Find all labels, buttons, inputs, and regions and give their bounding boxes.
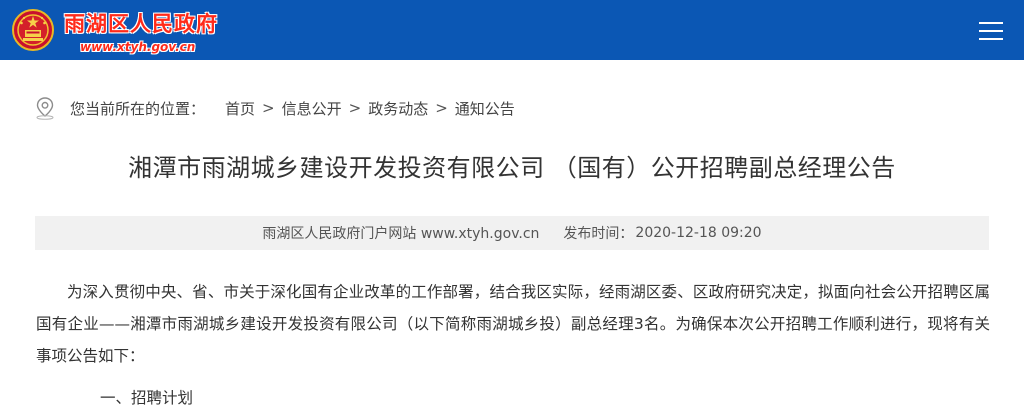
national-emblem-icon[interactable] [12, 9, 54, 51]
article-title: 湘潭市雨湖城乡建设开发投资有限公司 （国有）公开招聘副总经理公告 [128, 154, 896, 182]
hamburger-menu-icon[interactable] [974, 18, 1008, 44]
article-meta-bar: 雨湖区人民政府门户网站 www.xtyh.gov.cn 发布时间： 2020-1… [35, 216, 989, 250]
site-name[interactable]: 雨湖区人民政府 [64, 8, 218, 38]
breadcrumb-home[interactable]: 首页 [225, 98, 255, 119]
breadcrumb: 您当前所在的位置： 首页 > 信息公开 > 政务动态 > 通知公告 [34, 96, 515, 120]
breadcrumb-notices[interactable]: 通知公告 [455, 98, 515, 119]
breadcrumb-separator: > [435, 99, 448, 117]
breadcrumb-separator: > [262, 99, 275, 117]
breadcrumb-prefix: 您当前所在的位置： [70, 99, 206, 118]
article-source: 雨湖区人民政府门户网站 www.xtyh.gov.cn [262, 226, 540, 242]
breadcrumb-info-public[interactable]: 信息公开 [282, 98, 342, 119]
publish-time-label: 发布时间： [563, 226, 634, 242]
breadcrumb-separator: > [348, 99, 362, 117]
breadcrumb-gov-news[interactable]: 政务动态 [368, 98, 428, 119]
publish-time-value: 2020-12-18 09:20 [635, 225, 762, 241]
site-url[interactable]: www.xtyh.gov.cn [80, 40, 195, 54]
site-header: 雨湖区人民政府 www.xtyh.gov.cn [0, 0, 1024, 60]
article-next-heading: 一、招聘计划 [100, 389, 194, 407]
article-paragraph: 为深入贯彻中央、省、市关于深化国有企业改革的工作部署，结合我区实际，经雨湖区委、… [36, 283, 990, 365]
location-pin-icon [36, 97, 54, 120]
